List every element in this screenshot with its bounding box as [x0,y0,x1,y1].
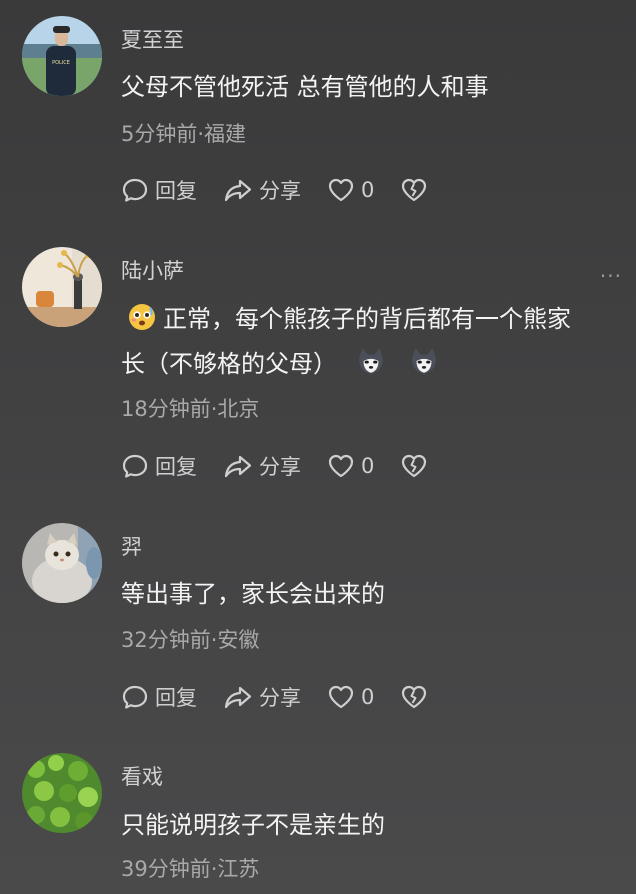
avatar-badge-text: POLICE [52,60,70,66]
username[interactable]: 陆小萨 [121,255,184,285]
like-button[interactable]: 0 [327,683,374,711]
comment-text: 正常，每个熊孩子的背后都有一个熊家 长（不够格的父母） [121,300,616,383]
broken-heart-icon [402,178,427,202]
username[interactable]: 羿 [121,531,142,561]
dislike-button[interactable] [400,683,434,711]
share-button[interactable]: 分享 [223,682,301,712]
share-arrow-icon [224,179,252,202]
like-count: 0 [361,454,375,478]
share-label: 分享 [259,455,301,479]
husky-face-emoji-icon [412,348,437,374]
reply-label: 回复 [155,686,197,710]
avatar[interactable]: POLICE [22,16,102,96]
avatar[interactable] [22,247,102,327]
share-arrow-icon [224,455,252,478]
reply-button[interactable]: 回复 [121,451,197,481]
husky-face-emoji-icon [358,348,383,374]
dislike-button[interactable] [400,452,434,480]
comment-meta: 32分钟前·安徽 [121,628,260,652]
share-label: 分享 [259,686,301,710]
username[interactable]: 夏至至 [121,24,184,54]
comment-text: 等出事了，家长会出来的 [121,580,385,608]
comment-bubble-icon [122,454,148,478]
share-button[interactable]: 分享 [223,175,301,205]
comment-text-line: 正常，每个熊孩子的背后都有一个熊家 [121,300,616,338]
comment-bubble-icon [122,178,148,202]
heart-icon [328,178,354,202]
comment-text-part: 正常，每个熊孩子的背后都有一个熊家 [163,305,571,333]
comment-meta: 18分钟前·北京 [121,397,260,421]
like-button[interactable]: 0 [327,452,374,480]
reply-label: 回复 [155,179,197,203]
broken-heart-icon [402,454,427,478]
share-arrow-icon [224,686,252,709]
comment-actions: 回复 分享 0 [121,174,460,206]
broken-heart-icon [402,685,427,709]
comment-bubble-icon [122,685,148,709]
share-button[interactable]: 分享 [223,451,301,481]
avatar[interactable] [22,523,102,603]
anxious-face-emoji-icon [129,304,155,330]
comment-actions: 回复 分享 0 [121,450,460,482]
reply-button[interactable]: 回复 [121,682,197,712]
avatar[interactable] [22,753,102,833]
reply-label: 回复 [155,455,197,479]
comment-meta: 39分钟前·江苏 [121,857,260,881]
comment-text: 父母不管他死活 总有管他的人和事 [121,73,489,101]
dislike-button[interactable] [400,176,434,204]
more-options-button[interactable]: ··· [600,264,622,288]
heart-icon [328,454,354,478]
share-label: 分享 [259,179,301,203]
comment-actions: 回复 分享 0 [121,681,460,713]
comment-text-line: 长（不够格的父母） [121,345,616,383]
comment-meta: 5分钟前·福建 [121,122,247,146]
like-count: 0 [361,685,375,709]
comment-text-part: 长（不够格的父母） [121,350,337,378]
like-button[interactable]: 0 [327,176,374,204]
like-count: 0 [361,178,375,202]
heart-icon [328,685,354,709]
reply-button[interactable]: 回复 [121,175,197,205]
comment-text: 只能说明孩子不是亲生的 [121,811,385,839]
username[interactable]: 看戏 [121,761,163,791]
